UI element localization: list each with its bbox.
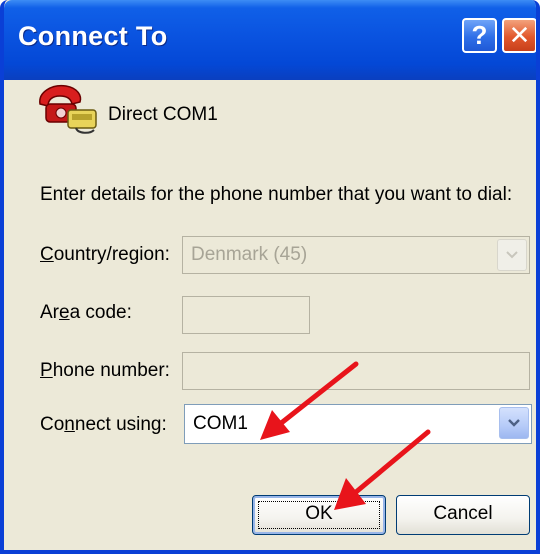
connect-label-pre: Co [40,414,65,435]
connect-using-value: COM1 [193,413,248,434]
chevron-down-icon [508,419,520,427]
phone-number-label: Phone number: [40,360,170,382]
country-value: Denmark (45) [191,244,308,265]
phone-label-rest: hone number: [52,360,170,381]
cancel-button[interactable]: Cancel [396,495,530,535]
connect-using-select[interactable]: COM1 [184,404,532,444]
country-dropdown-button [497,239,527,271]
close-button[interactable]: ✕ [502,18,536,53]
cancel-label: Cancel [433,503,493,524]
phone-modem-icon [39,84,97,134]
area-code-label: Area code: [40,302,132,324]
phone-number-field [182,352,530,390]
instructions-text: Enter details for the phone number that … [40,184,513,205]
connect-to-dialog: Connect To ? ✕ Direct COM1 Enter details… [0,0,540,554]
country-label-rest: ountry/region: [53,244,170,265]
area-label-post: a code: [69,302,132,323]
help-icon: ? [471,20,488,50]
connect-using-label: Connect using: [40,414,167,436]
title-bar[interactable]: Connect To ? ✕ [4,0,536,80]
area-code-field [182,296,310,334]
connect-label-post: nect using: [74,414,167,435]
connect-dropdown-button[interactable] [499,407,529,439]
focus-rectangle [258,501,380,529]
chevron-down-icon [506,251,518,259]
dialog-content: Direct COM1 Enter details for the phone … [4,80,536,550]
area-label-pre: Ar [40,302,59,323]
ok-button[interactable]: OK [252,495,386,535]
area-label-mnemonic: e [59,302,70,323]
connect-label-mnemonic: n [64,414,75,435]
window-title: Connect To [18,21,168,51]
help-button[interactable]: ? [462,18,497,53]
close-icon: ✕ [508,20,531,50]
country-region-select: Denmark (45) [182,236,530,274]
country-region-label: Country/region: [40,244,170,266]
connection-name: Direct COM1 [108,104,218,125]
country-label-mnemonic: C [40,244,54,265]
phone-label-mnemonic: P [40,360,53,381]
